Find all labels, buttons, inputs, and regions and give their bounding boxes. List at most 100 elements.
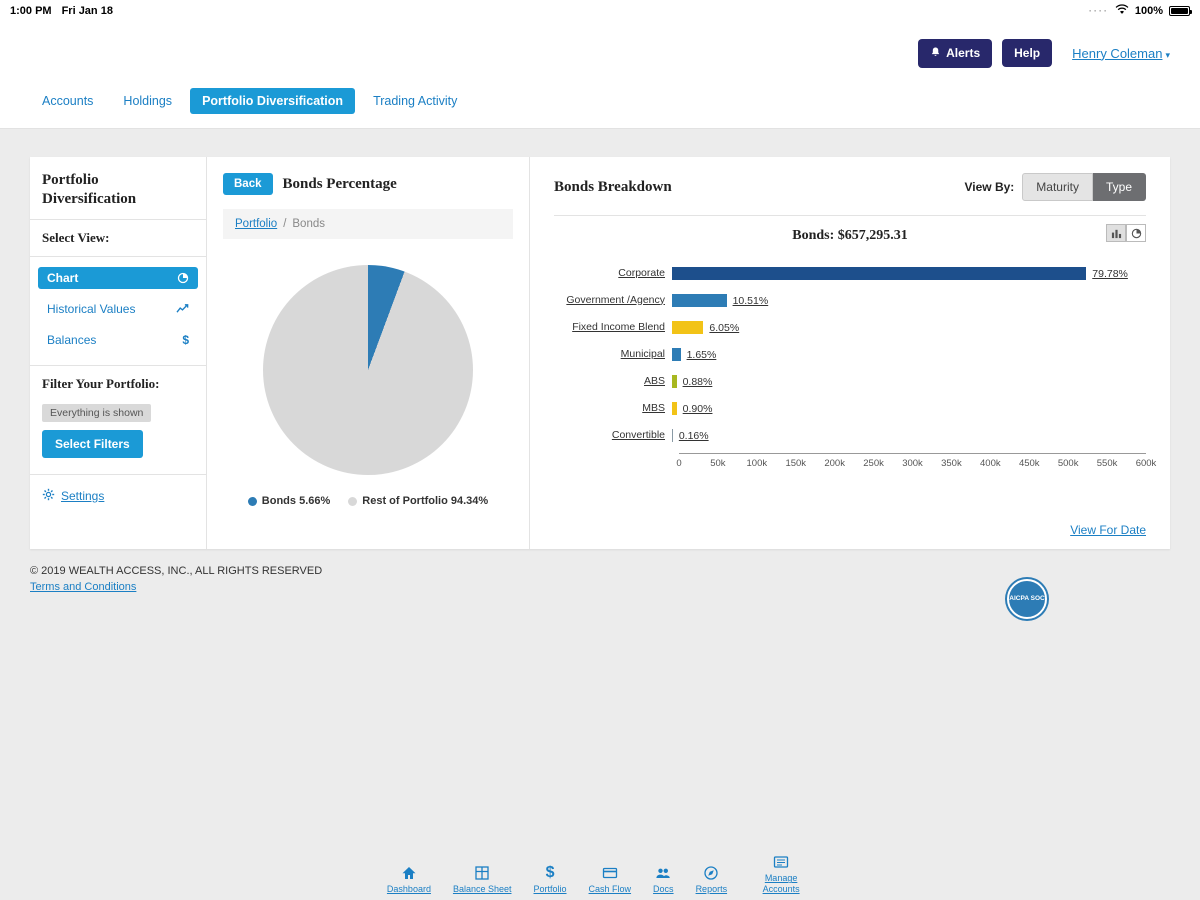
- legend-item-bonds[interactable]: Bonds 5.66%: [248, 495, 330, 507]
- settings-link[interactable]: Settings: [61, 489, 104, 503]
- bar-row: Corporate 79.78%: [554, 260, 1146, 287]
- bar-percent-link-government-agency[interactable]: 10.51%: [733, 294, 769, 308]
- legend-label: Bonds 5.66%: [262, 495, 330, 507]
- bottom-nav-cash-flow[interactable]: Cash Flow: [589, 865, 632, 894]
- battery-percent: 100%: [1135, 5, 1163, 17]
- bottom-nav-portfolio[interactable]: $ Portfolio: [534, 865, 567, 894]
- compass-icon: [703, 865, 720, 881]
- tab-portfolio-diversification[interactable]: Portfolio Diversification: [190, 88, 355, 114]
- settings-link-row[interactable]: Settings: [30, 474, 206, 517]
- dollar-icon: $: [182, 333, 189, 347]
- bottom-nav-docs[interactable]: Docs: [653, 865, 674, 894]
- bonds-breakdown-panel: Bonds Breakdown View By: MaturityType Bo…: [530, 157, 1170, 549]
- tab-accounts[interactable]: Accounts: [30, 88, 105, 114]
- bar-percent-link-abs[interactable]: 0.88%: [683, 375, 713, 389]
- axis-tick-label: 400k: [980, 458, 1001, 469]
- sidebar-item-historical-values[interactable]: Historical Values: [38, 298, 198, 320]
- terms-and-conditions-link[interactable]: Terms and Conditions: [30, 581, 136, 593]
- bottom-nav: Dashboard Balance Sheet $ Portfolio Cash Flo…: [0, 854, 1200, 894]
- axis-tick-label: 450k: [1019, 458, 1040, 469]
- axis-tick-label: 500k: [1058, 458, 1079, 469]
- bar-row: ABS 0.88%: [554, 368, 1146, 395]
- bar-chart-title: Bonds: $657,295.31: [792, 228, 908, 243]
- back-button[interactable]: Back: [223, 173, 273, 195]
- tab-trading-activity[interactable]: Trading Activity: [361, 88, 469, 114]
- axis-tick-label: 550k: [1097, 458, 1118, 469]
- bar-percent-link-municipal[interactable]: 1.65%: [687, 348, 717, 362]
- dollar-icon: $: [542, 865, 559, 881]
- breadcrumb-portfolio-link[interactable]: Portfolio: [235, 218, 277, 230]
- bar-category-link-government-agency[interactable]: Government /Agency: [554, 295, 672, 307]
- filter-status-badge: Everything is shown: [42, 404, 151, 422]
- bar-mbs[interactable]: [672, 402, 677, 415]
- bottom-nav-label: Reports: [696, 884, 728, 894]
- pie-legend: Bonds 5.66% Rest of Portfolio 94.34%: [223, 495, 513, 507]
- axis-tick-label: 350k: [941, 458, 962, 469]
- view-item-label: Chart: [47, 271, 78, 285]
- bonds-pie-chart[interactable]: [263, 265, 473, 475]
- axis-tick-label: 100k: [747, 458, 768, 469]
- battery-icon: [1169, 6, 1190, 16]
- bar-track: 79.78%: [672, 267, 1146, 281]
- bar-abs[interactable]: [672, 375, 677, 388]
- legend-item-rest-of-portfolio[interactable]: Rest of Portfolio 94.34%: [348, 495, 488, 507]
- bar-category-link-convertible[interactable]: Convertible: [554, 430, 672, 442]
- view-by-label: View By:: [964, 180, 1014, 194]
- axis-tick-label: 300k: [902, 458, 923, 469]
- bar-category-link-mbs[interactable]: MBS: [554, 403, 672, 415]
- aicpa-soc-badge[interactable]: AICPA SOC: [1007, 579, 1047, 619]
- bottom-nav-label: Dashboard: [387, 884, 431, 894]
- bar-government-agency[interactable]: [672, 294, 727, 307]
- sidebar-item-balances[interactable]: Balances$: [38, 329, 198, 351]
- axis-tick-label: 150k: [785, 458, 806, 469]
- bar-municipal[interactable]: [672, 348, 681, 361]
- axis-tick-label: 0: [676, 458, 681, 469]
- copyright-text: © 2019 WEALTH ACCESS, INC., ALL RIGHTS R…: [30, 565, 1170, 577]
- bar-category-link-fixed-income-blend[interactable]: Fixed Income Blend: [554, 322, 672, 334]
- bottom-nav-manage-accounts[interactable]: Manage Accounts: [749, 854, 813, 894]
- bar-chart-toggle-icon[interactable]: [1106, 224, 1126, 242]
- accounts-icon: [773, 854, 790, 870]
- tab-holdings[interactable]: Holdings: [111, 88, 184, 114]
- sidebar-item-chart[interactable]: Chart: [38, 267, 198, 289]
- bar-percent-link-corporate[interactable]: 79.78%: [1092, 267, 1128, 281]
- bottom-nav-balance-sheet[interactable]: Balance Sheet: [453, 865, 512, 894]
- bar-fixed-income-blend[interactable]: [672, 321, 703, 334]
- pie-chart-toggle-icon[interactable]: [1126, 224, 1146, 242]
- bottom-nav-label: Portfolio: [534, 884, 567, 894]
- user-menu[interactable]: Henry Coleman▾: [1072, 46, 1170, 61]
- view-for-date-link[interactable]: View For Date: [1070, 523, 1146, 537]
- grid-icon: [474, 865, 491, 881]
- bar-corporate[interactable]: [672, 267, 1086, 280]
- select-filters-button[interactable]: Select Filters: [42, 430, 143, 458]
- bar-track: 1.65%: [672, 348, 1146, 362]
- user-name: Henry Coleman: [1072, 46, 1162, 61]
- bottom-nav-reports[interactable]: Reports: [696, 865, 728, 894]
- bar-percent-link-mbs[interactable]: 0.90%: [683, 402, 713, 416]
- select-view-label: Select View:: [30, 220, 206, 256]
- bar-category-link-abs[interactable]: ABS: [554, 376, 672, 388]
- help-button[interactable]: Help: [1002, 39, 1052, 67]
- bottom-nav-label: Cash Flow: [589, 884, 632, 894]
- legend-swatch: [248, 497, 257, 506]
- alerts-button[interactable]: Alerts: [918, 39, 992, 68]
- bar-row: Municipal 1.65%: [554, 341, 1146, 368]
- bonds-bar-chart: Corporate 79.78% Government /Agency 10.51% F…: [554, 260, 1146, 449]
- bar-track: 10.51%: [672, 294, 1146, 308]
- main-card: Portfolio Diversification Select View: C…: [30, 157, 1170, 549]
- view-by-type[interactable]: Type: [1093, 173, 1146, 201]
- bar-convertible[interactable]: [672, 429, 673, 442]
- view-item-label: Historical Values: [47, 302, 135, 316]
- bar-category-link-corporate[interactable]: Corporate: [554, 268, 672, 280]
- bar-percent-link-fixed-income-blend[interactable]: 6.05%: [709, 321, 739, 335]
- bottom-nav-label: Balance Sheet: [453, 884, 512, 894]
- bar-row: MBS 0.90%: [554, 395, 1146, 422]
- view-by-maturity[interactable]: Maturity: [1022, 173, 1093, 201]
- trend-icon: [176, 303, 189, 314]
- home-icon: [400, 865, 417, 881]
- bottom-nav-dashboard[interactable]: Dashboard: [387, 865, 431, 894]
- breadcrumb: Portfolio / Bonds: [223, 209, 513, 239]
- bar-percent-link-convertible[interactable]: 0.16%: [679, 429, 709, 443]
- wifi-icon: [1115, 4, 1129, 18]
- bar-category-link-municipal[interactable]: Municipal: [554, 349, 672, 361]
